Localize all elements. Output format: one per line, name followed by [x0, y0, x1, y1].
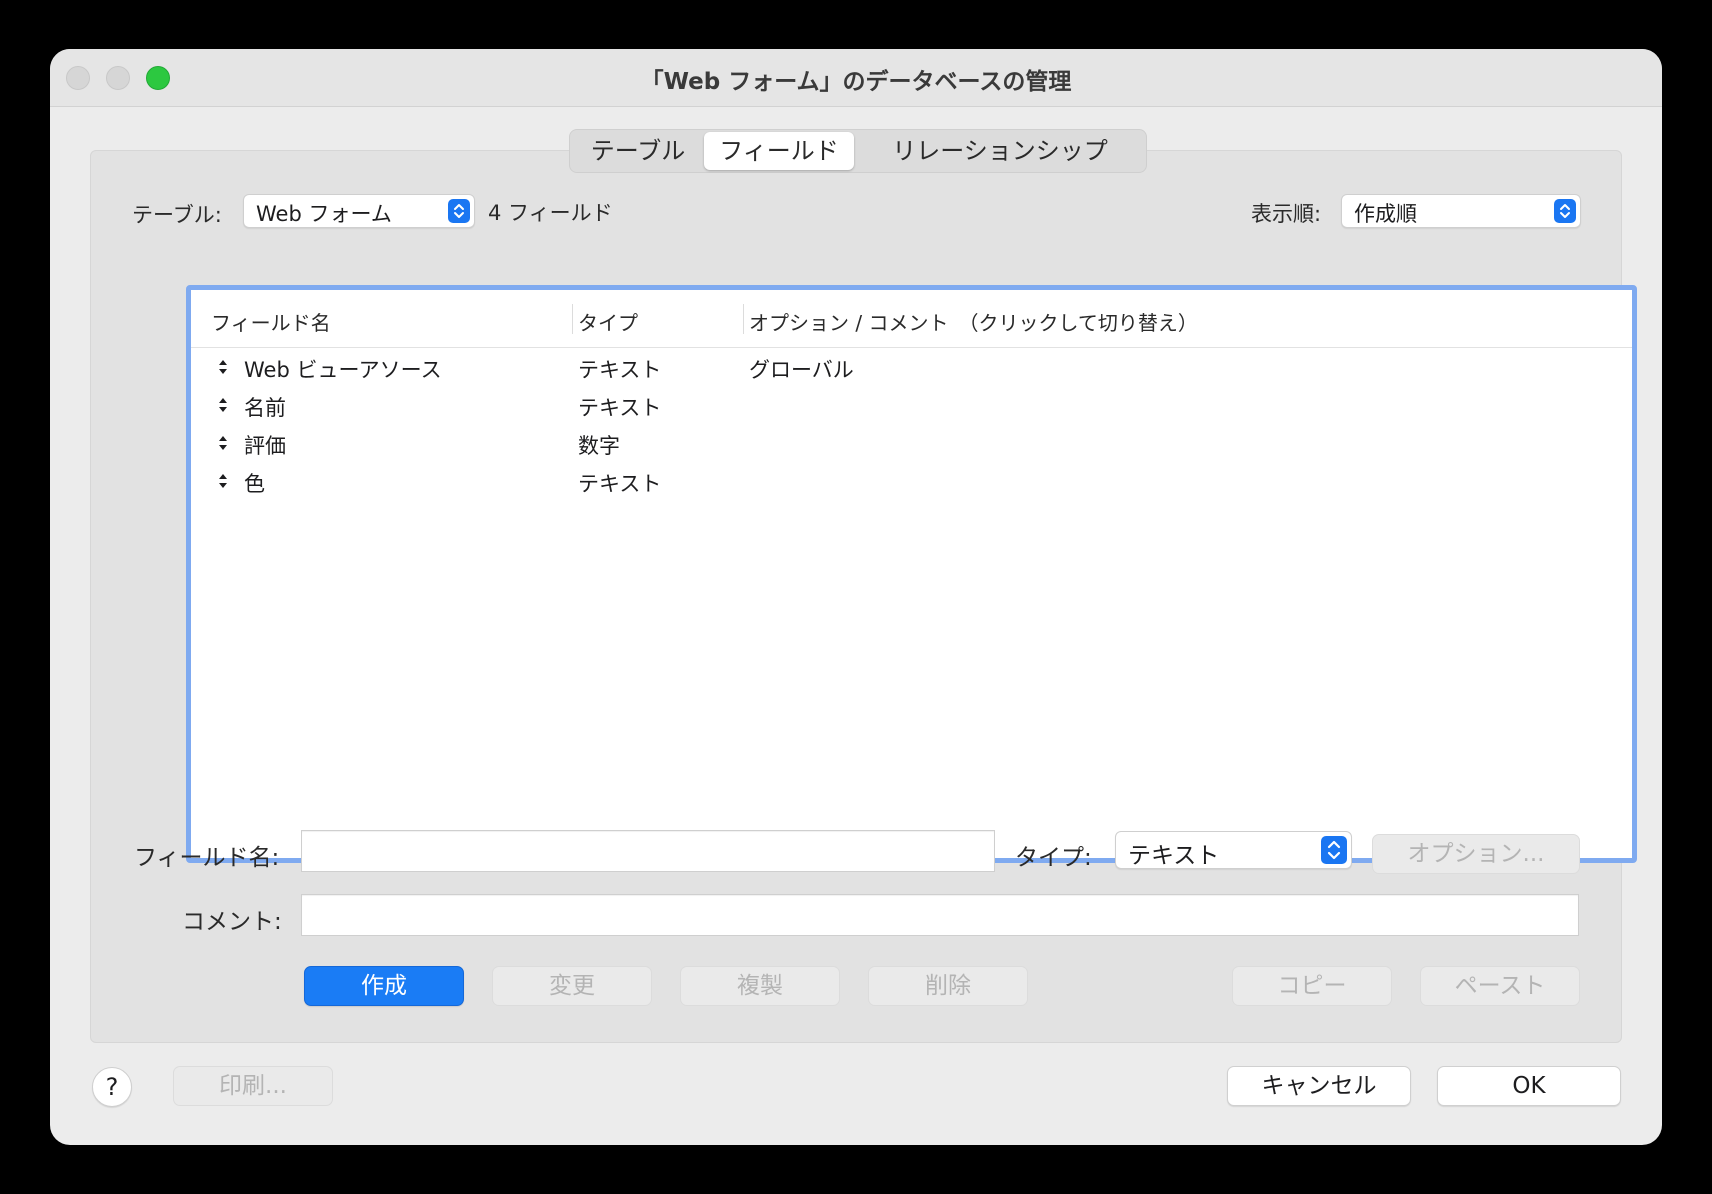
- create-button[interactable]: 作成: [304, 966, 464, 1006]
- chevron-updown-icon: [1554, 199, 1576, 223]
- ok-button[interactable]: OK: [1437, 1066, 1621, 1106]
- print-button[interactable]: 印刷...: [173, 1066, 333, 1106]
- table-select-value: Web フォーム: [256, 202, 392, 226]
- field-type-cell: テキスト: [578, 396, 662, 420]
- tab-relationships[interactable]: リレーションシップ: [858, 130, 1142, 172]
- field-count: 4 フィールド: [488, 201, 613, 225]
- comment-input[interactable]: [301, 894, 1579, 936]
- table-row[interactable]: 色 テキスト: [191, 464, 1632, 502]
- sort-order-select[interactable]: 作成順: [1341, 194, 1581, 228]
- table-row[interactable]: 名前 テキスト: [191, 388, 1632, 426]
- field-type-cell: テキスト: [578, 358, 662, 382]
- window-title: 「Web フォーム」のデータベースの管理: [640, 69, 1072, 95]
- chevron-updown-icon: [448, 199, 470, 223]
- tab-fields[interactable]: フィールド: [704, 132, 854, 170]
- reorder-handle-icon[interactable]: [217, 395, 229, 415]
- field-list[interactable]: フィールド名 タイプ オプション / コメント （クリックして切り替え） Web…: [186, 285, 1637, 863]
- type-label: タイプ:: [1015, 845, 1092, 871]
- sort-order-value: 作成順: [1354, 202, 1417, 226]
- table-select[interactable]: Web フォーム: [243, 194, 475, 228]
- field-options-button[interactable]: オプション...: [1372, 834, 1580, 874]
- tab-bar: テーブル フィールド リレーションシップ: [569, 129, 1147, 173]
- title-bar: 「Web フォーム」のデータベースの管理: [50, 49, 1662, 107]
- copy-button[interactable]: コピー: [1232, 966, 1392, 1006]
- help-button[interactable]: ?: [92, 1067, 132, 1107]
- manage-database-dialog: 「Web フォーム」のデータベースの管理 テーブル フィールド リレーションシッ…: [50, 49, 1662, 1145]
- cancel-button[interactable]: キャンセル: [1227, 1066, 1411, 1106]
- tab-tables[interactable]: テーブル: [574, 130, 702, 172]
- table-row[interactable]: Web ビューアソース テキスト グローバル: [191, 350, 1632, 388]
- field-name-cell: 評価: [244, 434, 286, 458]
- sort-label: 表示順:: [1251, 202, 1322, 226]
- table-label: テーブル:: [132, 203, 222, 227]
- chevron-updown-icon: [1321, 836, 1347, 864]
- field-name-input[interactable]: [301, 830, 995, 872]
- field-options-cell: グローバル: [749, 358, 854, 382]
- field-name-cell: 色: [244, 472, 265, 496]
- change-button[interactable]: 変更: [492, 966, 652, 1006]
- reorder-handle-icon[interactable]: [217, 471, 229, 491]
- comment-label: コメント:: [182, 909, 282, 935]
- field-type-cell: 数字: [578, 434, 620, 458]
- column-header-options-comment[interactable]: オプション / コメント （クリックして切り替え）: [749, 307, 1198, 336]
- table-row[interactable]: 評価 数字: [191, 426, 1632, 464]
- field-type-select[interactable]: テキスト: [1115, 831, 1352, 869]
- column-header-field-name[interactable]: フィールド名: [211, 307, 331, 336]
- column-header-type[interactable]: タイプ: [578, 307, 638, 336]
- duplicate-button[interactable]: 複製: [680, 966, 840, 1006]
- field-type-cell: テキスト: [578, 472, 662, 496]
- field-name-label: フィールド名:: [134, 845, 280, 871]
- delete-button[interactable]: 削除: [868, 966, 1028, 1006]
- field-type-select-value: テキスト: [1128, 843, 1220, 869]
- reorder-handle-icon[interactable]: [217, 433, 229, 453]
- field-name-cell: Web ビューアソース: [244, 358, 442, 382]
- column-divider[interactable]: [572, 304, 573, 334]
- column-divider[interactable]: [743, 304, 744, 334]
- field-list-header: フィールド名 タイプ オプション / コメント （クリックして切り替え）: [191, 290, 1632, 348]
- paste-button[interactable]: ペースト: [1420, 966, 1580, 1006]
- field-name-cell: 名前: [244, 396, 286, 420]
- reorder-handle-icon[interactable]: [217, 357, 229, 377]
